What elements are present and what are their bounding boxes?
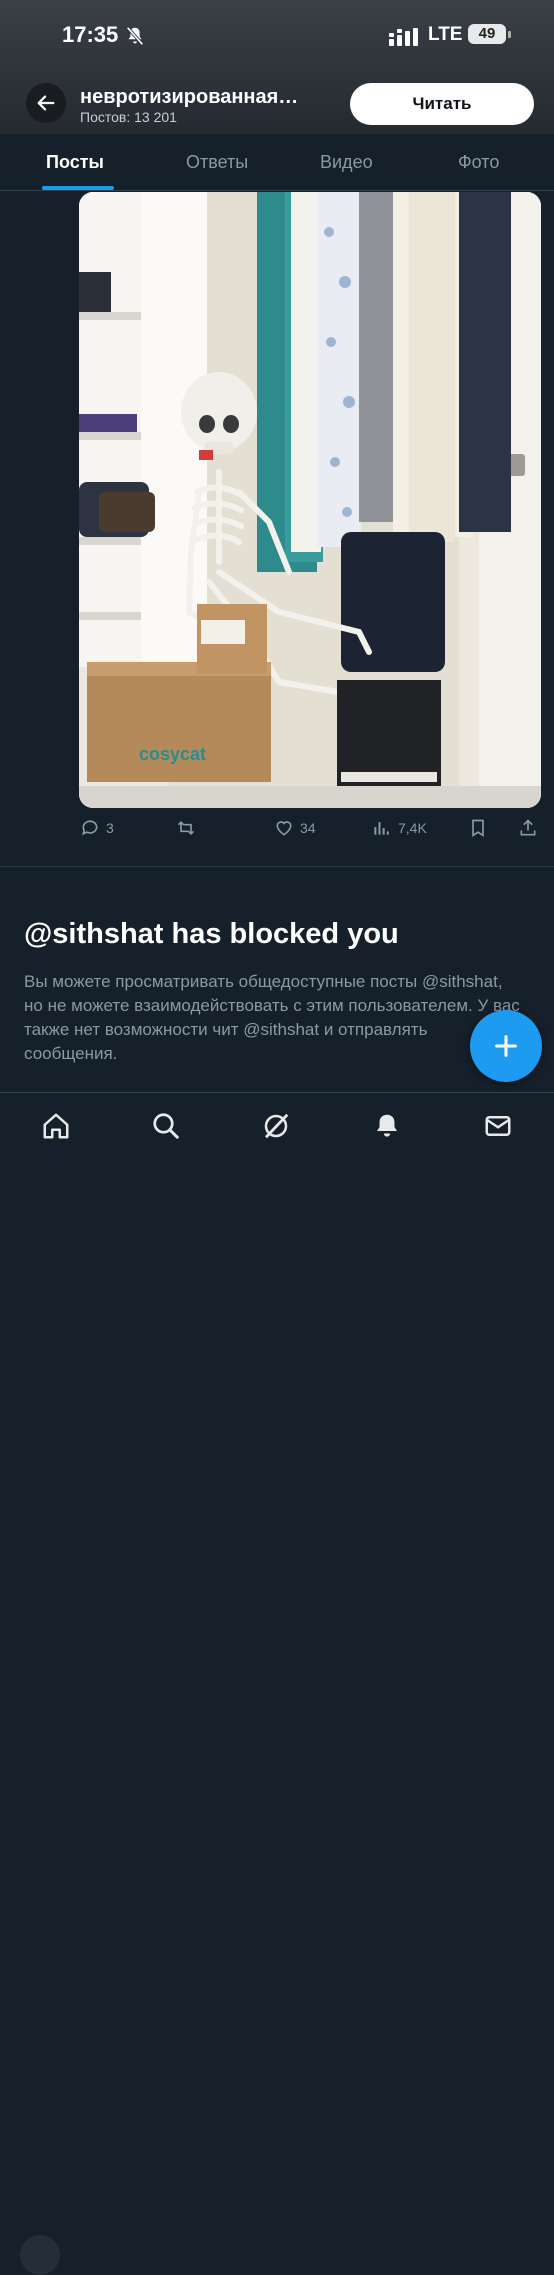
follow-button[interactable]: Читать	[350, 83, 534, 125]
home-icon[interactable]	[41, 1111, 71, 1141]
photo-illustration: cosycat	[79, 192, 541, 808]
notifications-icon[interactable]	[372, 1111, 402, 1141]
retweet-button[interactable]	[175, 818, 203, 838]
tab-posts[interactable]: Посты	[46, 152, 104, 173]
tab-indicator	[42, 186, 114, 190]
blocked-title: @sithshat has blocked you	[24, 918, 399, 950]
like-count: 34	[300, 820, 316, 836]
views-count: 7,4K	[398, 820, 427, 836]
network-type: LTE	[428, 24, 463, 45]
bell-off-icon	[126, 26, 144, 46]
post-image[interactable]: cosycat	[79, 192, 541, 808]
bookmark-button[interactable]	[468, 818, 488, 838]
tab-replies[interactable]: Ответы	[186, 152, 248, 173]
reply-icon	[82, 820, 98, 836]
divider	[0, 866, 554, 867]
background-ghost	[20, 2235, 534, 2275]
share-button[interactable]	[518, 818, 538, 838]
battery-cap	[508, 31, 511, 38]
like-button[interactable]: 34	[274, 818, 316, 838]
box-brand-text: cosycat	[139, 744, 206, 764]
tab-video[interactable]: Видео	[320, 152, 373, 173]
status-time: 17:35	[62, 22, 119, 47]
profile-name: невротизированная…	[80, 86, 299, 108]
status-bar: 17:35 LTE 49	[0, 22, 554, 54]
retweet-icon	[177, 820, 195, 836]
search-icon[interactable]	[151, 1111, 181, 1141]
compose-button[interactable]	[470, 1010, 542, 1082]
battery-icon: 49	[468, 24, 506, 44]
back-button[interactable]	[26, 83, 66, 123]
share-icon	[520, 819, 536, 836]
battery-level: 49	[478, 25, 496, 42]
signal-icon	[389, 28, 418, 46]
bottom-nav	[0, 1092, 554, 2275]
reply-button[interactable]: 3	[80, 818, 114, 838]
profile-tabs: Посты Ответы Видео Фото	[0, 134, 554, 191]
blocked-description: Вы можете просматривать общедоступные по…	[24, 972, 520, 1063]
plus-icon	[495, 1035, 517, 1057]
top-bar: 17:35 LTE 49 невротизированная… Постов: …	[0, 0, 554, 134]
views-button[interactable]: 7,4K	[372, 818, 427, 838]
bookmark-icon	[472, 819, 484, 838]
post-actions: 3 34 7,4K	[0, 818, 554, 844]
views-icon	[374, 822, 389, 835]
tab-photo[interactable]: Фото	[458, 152, 499, 173]
heart-icon	[276, 821, 292, 836]
post-count: Постов: 13 201	[80, 109, 177, 125]
arrow-left-icon	[37, 95, 55, 111]
reply-count: 3	[106, 820, 114, 836]
messages-icon[interactable]	[483, 1111, 513, 1141]
grok-icon[interactable]	[261, 1111, 291, 1141]
ghost-avatar	[20, 2235, 60, 2275]
